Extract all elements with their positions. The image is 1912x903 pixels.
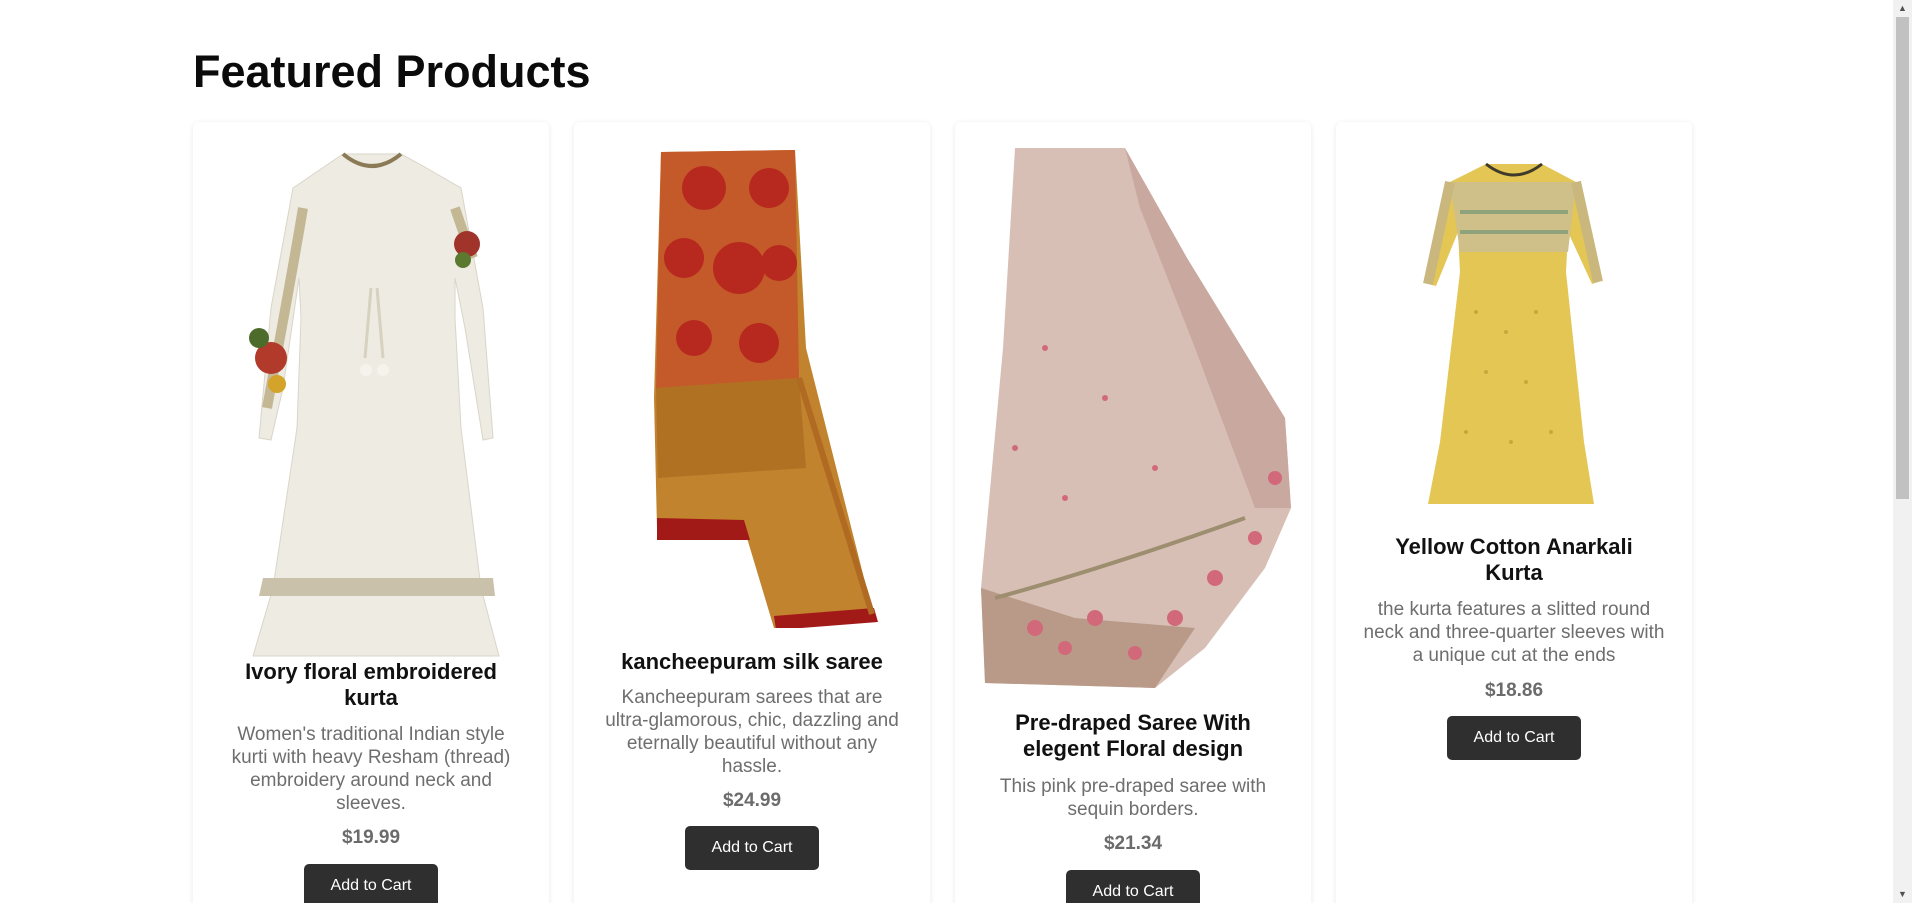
add-to-cart-button[interactable]: Add to Cart (1066, 870, 1200, 903)
product-description: This pink pre-draped saree with sequin b… (999, 776, 1267, 820)
product-card: Ivory floral embroidered kurta Women's t… (193, 122, 549, 903)
scroll-up-arrow-icon[interactable]: ▲ (1893, 0, 1912, 17)
product-image (955, 148, 1311, 688)
scroll-down-arrow-icon[interactable]: ▼ (1893, 886, 1912, 903)
product-price: $24.99 (722, 790, 782, 811)
vertical-scrollbar[interactable]: ▲ ▼ (1893, 0, 1912, 903)
page-title: Featured Products (193, 46, 591, 97)
add-to-cart-button[interactable]: Add to Cart (304, 864, 438, 903)
product-description: Kancheepuram sarees that are ultra-glamo… (605, 687, 899, 777)
product-title: Pre-draped Saree With elegent Floral des… (1015, 710, 1251, 761)
product-title: Yellow Cotton Anarkali Kurta (1395, 534, 1633, 585)
product-price: $19.99 (341, 827, 401, 848)
product-image (574, 148, 930, 630)
page: Featured Products Ivory floral embroider… (0, 0, 1893, 903)
add-to-cart-button[interactable]: Add to Cart (685, 826, 819, 870)
product-price: $18.86 (1484, 680, 1544, 701)
scrollbar-thumb[interactable] (1896, 17, 1909, 499)
product-card: Pre-draped Saree With elegent Floral des… (955, 122, 1311, 903)
product-description: Women's traditional Indian style kurti w… (231, 724, 511, 814)
product-title: Ivory floral embroidered kurta (245, 659, 497, 710)
product-image (1336, 162, 1692, 522)
product-title: kancheepuram silk saree (621, 649, 883, 674)
product-description: the kurta features a slitted round neck … (1363, 599, 1665, 666)
product-card: kancheepuram silk saree Kancheepuram sar… (574, 122, 930, 903)
product-card: Yellow Cotton Anarkali Kurta the kurta f… (1336, 122, 1692, 903)
add-to-cart-button[interactable]: Add to Cart (1447, 716, 1581, 760)
product-price: $21.34 (1103, 833, 1163, 854)
